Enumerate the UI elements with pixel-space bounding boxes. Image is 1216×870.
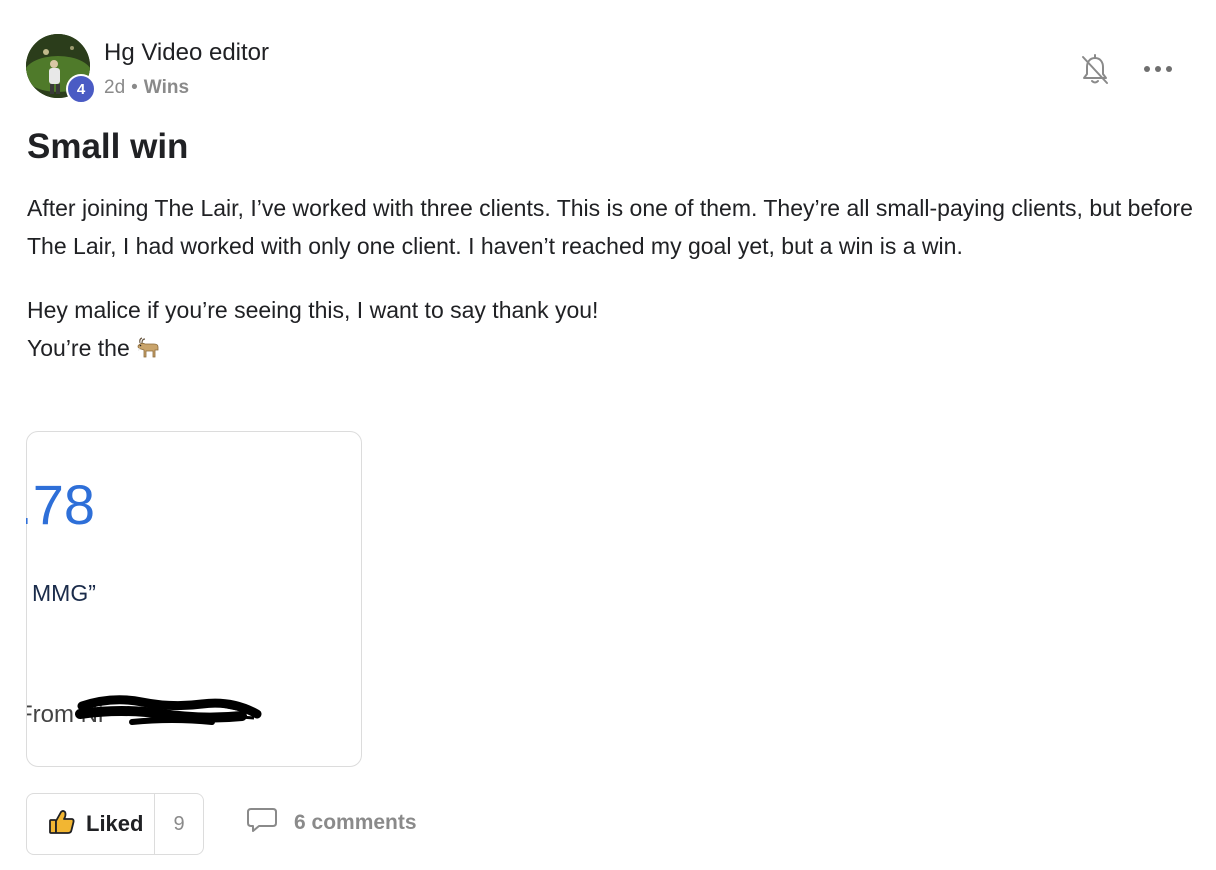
speech-bubble-icon — [246, 806, 278, 839]
author-name[interactable]: Hg Video editor — [104, 38, 269, 68]
post-meta: 2d • Wins — [104, 76, 189, 100]
redaction-scribble — [72, 692, 262, 732]
post-category[interactable]: Wins — [144, 76, 189, 100]
post-paragraph-2: Hey malice if you’re seeing this, I want… — [27, 291, 1197, 367]
comments-button[interactable]: 6 comments — [246, 806, 417, 839]
post-time: 2d — [104, 77, 126, 98]
author-avatar[interactable]: 4 — [26, 34, 96, 104]
post-paragraph-2-line-1: Hey malice if you’re seeing this, I want… — [27, 297, 599, 323]
goat-emoji-icon — [136, 332, 162, 358]
comments-label: 6 comments — [294, 810, 417, 834]
like-count[interactable]: 9 — [155, 813, 203, 836]
bell-off-icon[interactable] — [1080, 54, 1110, 86]
more-options-icon[interactable] — [1140, 56, 1176, 82]
thumbs-up-icon — [48, 809, 76, 840]
meta-separator: • — [131, 77, 138, 98]
post-body: After joining The Lair, I’ve worked with… — [27, 189, 1197, 367]
like-button[interactable]: Liked — [27, 794, 155, 854]
post-title: Small win — [27, 127, 189, 166]
like-label: Liked — [86, 811, 144, 836]
like-button-group: Liked 9 — [26, 793, 204, 855]
closing-line: You’re the — [27, 335, 130, 361]
attachment-note: MMG” — [32, 580, 96, 606]
attachment-amount: 0.78 — [0, 473, 95, 536]
level-badge: 4 — [66, 74, 96, 104]
post-paragraph-1: After joining The Lair, I’ve worked with… — [27, 195, 1193, 259]
post-paragraph-2-line-2: You’re the — [27, 329, 1197, 367]
